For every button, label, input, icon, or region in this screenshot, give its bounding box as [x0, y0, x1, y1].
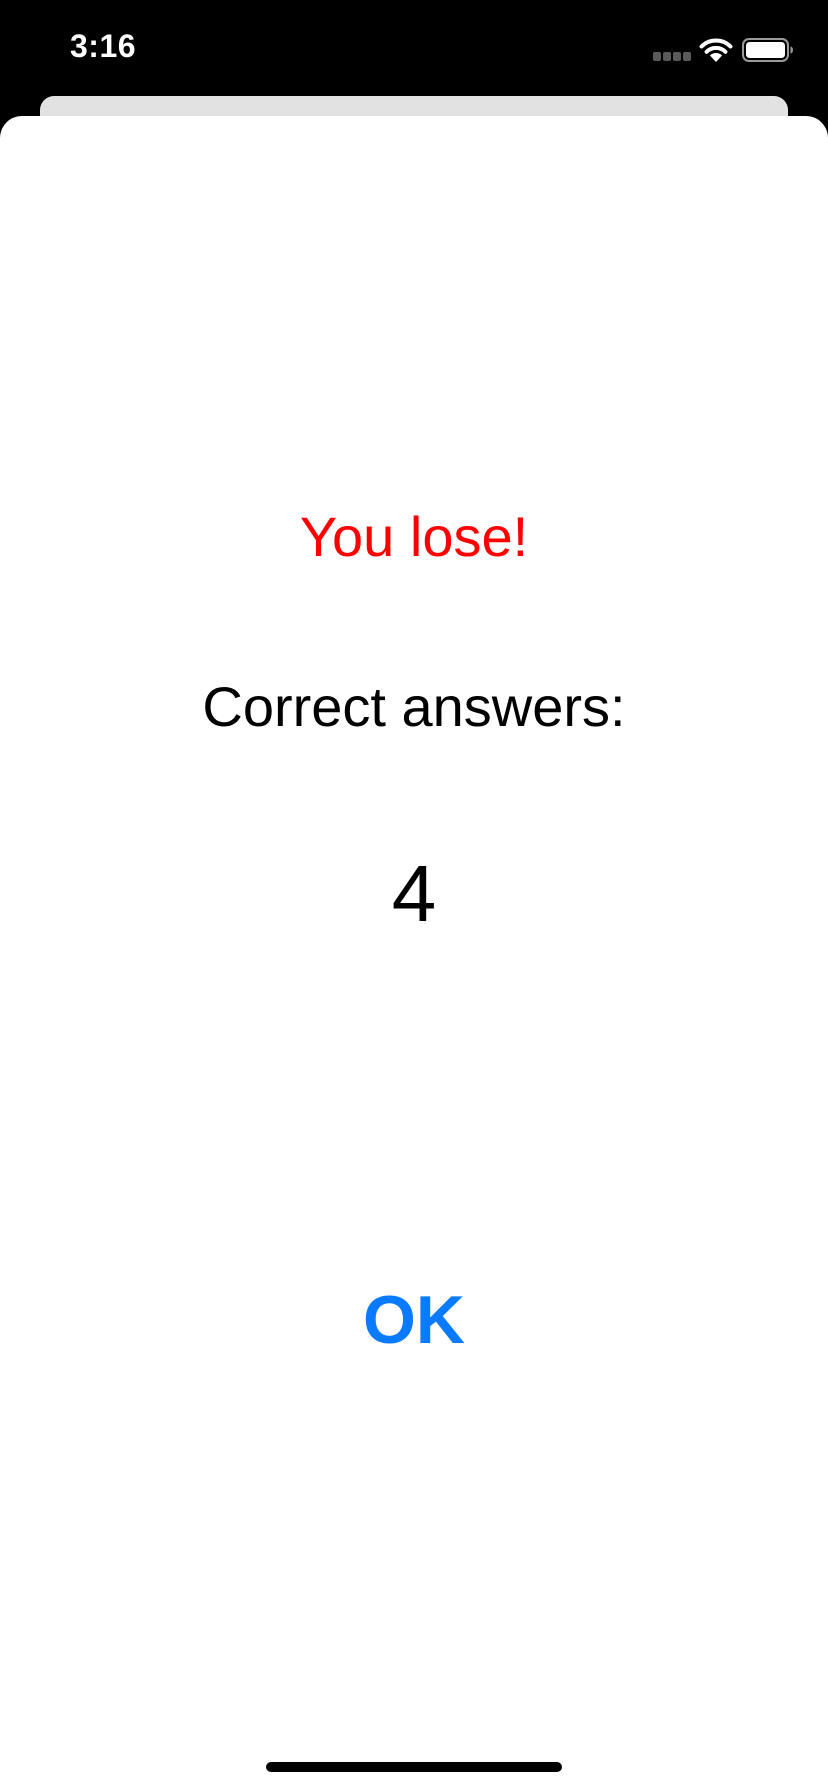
- result-title: You lose!: [299, 505, 529, 568]
- home-indicator[interactable]: [266, 1762, 562, 1772]
- status-time: 3:16: [70, 28, 137, 64]
- wifi-icon: [699, 38, 733, 62]
- battery-icon: [742, 38, 793, 62]
- correct-answers-label: Correct answers:: [202, 675, 626, 738]
- ok-button[interactable]: OK: [314, 1270, 514, 1370]
- signal-icon: [653, 52, 691, 62]
- status-bar: 3:16: [0, 0, 828, 96]
- score-value: 4: [391, 849, 437, 938]
- result-sheet: [0, 116, 828, 1792]
